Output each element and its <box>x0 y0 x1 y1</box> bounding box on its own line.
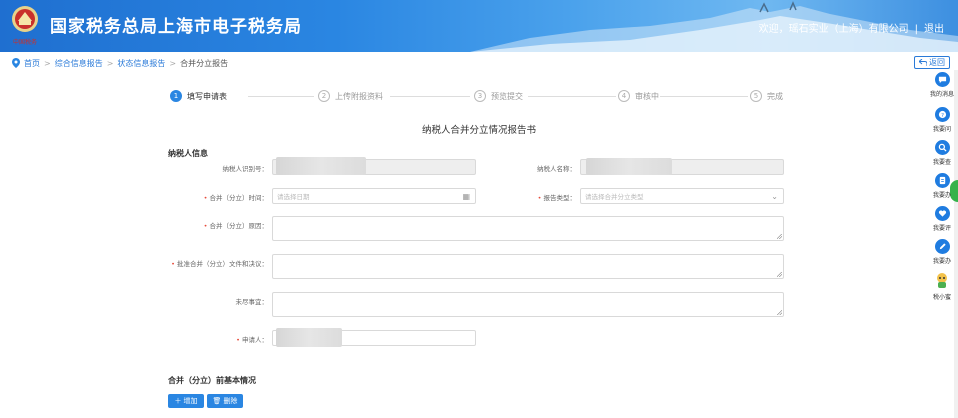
delete-button[interactable]: 🗑 删除 <box>207 394 243 408</box>
message-icon <box>934 72 950 87</box>
rail-assistant[interactable]: 税小蜜 <box>930 272 954 301</box>
rail-evaluate[interactable]: 我要评 <box>930 206 954 232</box>
breadcrumb-separator: > <box>169 58 177 68</box>
progress-steps: 1 填写申请表 2 上传附报资料 3 预览提交 4 审核中 5 完成 <box>170 90 785 104</box>
step-connector <box>660 96 748 97</box>
tax-emblem-icon: 中国税务 <box>12 6 38 46</box>
back-arrow-icon <box>919 59 927 66</box>
merge-date-placeholder: 请选择日期 <box>277 193 310 201</box>
merge-reason-textarea[interactable] <box>272 216 784 241</box>
merge-reason-label: • 合并（分立）原因： <box>203 222 268 230</box>
step-label: 预览提交 <box>491 91 523 101</box>
step-number: 3 <box>474 90 486 102</box>
doc-icon <box>934 173 950 188</box>
step-connector <box>390 96 470 97</box>
rail-handle-2[interactable]: 我要办 <box>930 239 954 265</box>
site-header: 中国税务 国家税务总局上海市电子税务局 欢迎，瑶石实业（上海）有限公司 | 退出 <box>0 0 958 52</box>
step-connector <box>248 96 314 97</box>
svg-text:?: ? <box>941 113 944 119</box>
unsettled-textarea[interactable] <box>272 292 784 317</box>
step-number: 1 <box>170 90 182 102</box>
back-button[interactable]: 返回 <box>914 56 950 69</box>
rail-ask[interactable]: ? 我要问 <box>930 107 954 133</box>
trash-icon: 🗑 <box>212 397 222 405</box>
add-button[interactable]: ＋增加 <box>168 394 204 408</box>
approval-doc-textarea[interactable] <box>272 254 784 279</box>
step-label: 上传附报资料 <box>335 91 383 101</box>
search-icon <box>934 140 950 155</box>
taxpayer-id-label: 纳税人识别号： <box>222 165 269 173</box>
step-label: 填写申请表 <box>187 91 227 101</box>
step-label: 完成 <box>767 91 783 101</box>
robot-icon <box>937 273 947 288</box>
delete-button-label: 删除 <box>223 397 238 405</box>
plus-icon: ＋ <box>174 397 182 405</box>
site-title: 国家税务总局上海市电子税务局 <box>50 17 302 37</box>
breadcrumb-status-report[interactable]: 状态信息报告 <box>117 58 165 69</box>
redacted-taxpayer-id <box>276 157 366 175</box>
breadcrumb-general-report[interactable]: 综合信息报告 <box>55 58 103 69</box>
breadcrumb: 首页 > 综合信息报告 > 状态信息报告 > 合并分立报告 <box>12 56 228 70</box>
rail-label: 我要办 <box>932 258 951 265</box>
section-taxpayer-info: 纳税人信息 <box>168 149 208 158</box>
add-button-label: 增加 <box>183 397 198 405</box>
rail-label: 我要办 <box>932 192 951 199</box>
step-preview: 3 预览提交 <box>474 90 523 102</box>
location-pin-icon <box>12 58 20 68</box>
pen-icon <box>934 239 950 254</box>
rail-label: 我要问 <box>932 126 951 133</box>
breadcrumb-separator: > <box>106 58 114 68</box>
unsettled-label: 未尽事宜： <box>235 298 269 306</box>
step-number: 4 <box>618 90 630 102</box>
step-done: 5 完成 <box>750 90 783 102</box>
merge-time-label: • 合并（分立）时间： <box>203 194 268 202</box>
header-separator: | <box>914 24 918 35</box>
report-type-label: • 报告类型： <box>537 194 576 202</box>
rail-label: 我的消息 <box>930 91 955 98</box>
svg-text:中国税务: 中国税务 <box>13 38 37 46</box>
step-label: 审核中 <box>635 91 659 101</box>
heart-icon <box>934 206 950 221</box>
question-icon: ? <box>934 107 950 122</box>
step-fill-form: 1 填写申请表 <box>170 90 227 102</box>
rail-label: 税小蜜 <box>932 294 951 301</box>
redacted-taxpayer-name <box>586 158 672 175</box>
step-review: 4 审核中 <box>618 90 659 102</box>
rail-label: 我要查 <box>932 159 951 166</box>
step-number: 5 <box>750 90 762 102</box>
applicant-label: • 申请人： <box>236 336 268 344</box>
rail-search[interactable]: 我要查 <box>930 140 954 166</box>
breadcrumb-home[interactable]: 首页 <box>24 58 40 69</box>
approval-doc-label: • 批准合并（分立）文件和决议： <box>171 260 268 268</box>
rail-label: 我要评 <box>932 225 951 232</box>
logout-link[interactable]: 退出 <box>924 24 944 35</box>
scrollbar[interactable] <box>954 70 958 418</box>
report-type-placeholder: 请选择合并分立类型 <box>585 193 644 201</box>
chevron-down-icon: ⌄ <box>771 192 778 201</box>
rail-my-messages[interactable]: 我的消息 <box>930 72 954 98</box>
rail-handle[interactable]: 我要办 <box>930 173 954 199</box>
section-before-merge: 合并（分立）前基本情况 <box>168 376 256 385</box>
taxpayer-name-label: 纳税人名称： <box>537 165 576 173</box>
user-area: 欢迎，瑶石实业（上海）有限公司 | 退出 <box>759 20 944 35</box>
breadcrumb-current: 合并分立报告 <box>180 58 229 68</box>
back-button-label: 返回 <box>929 58 945 67</box>
welcome-text: 欢迎，瑶石实业（上海）有限公司 <box>758 24 909 35</box>
step-connector <box>528 96 616 97</box>
form-title: 纳税人合并分立情况报告书 <box>421 125 536 136</box>
step-number: 2 <box>318 90 330 102</box>
calendar-icon[interactable]: ▦ <box>462 192 470 201</box>
step-upload: 2 上传附报资料 <box>318 90 383 102</box>
merge-date-input[interactable]: 请选择日期 ▦ <box>272 188 476 204</box>
breadcrumb-separator: > <box>44 58 51 68</box>
report-type-select[interactable]: 请选择合并分立类型 ⌄ <box>580 188 784 204</box>
redacted-applicant <box>276 328 342 347</box>
